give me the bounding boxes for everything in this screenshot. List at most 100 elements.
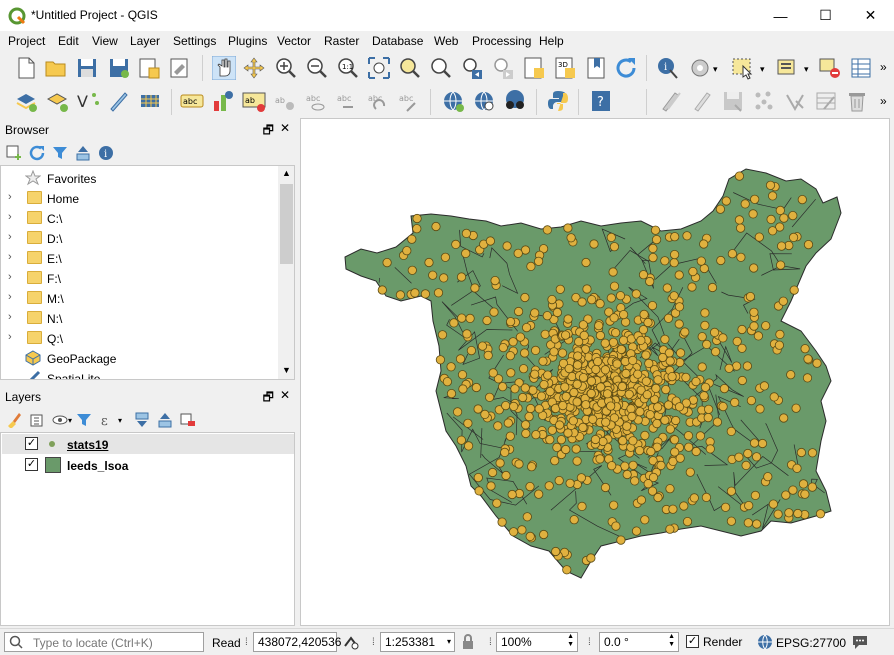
locator-search-field[interactable]: Type to locate (Ctrl+K) — [4, 632, 204, 652]
scrollbar-thumb[interactable] — [280, 184, 293, 264]
browser-item-spatialite[interactable]: SpatiaLite — [1, 368, 279, 379]
render-checkbox[interactable]: ✓ — [686, 635, 699, 648]
refresh-icon[interactable] — [614, 56, 638, 80]
save-project-icon[interactable] — [75, 56, 99, 80]
layer-row-leeds-lsoa[interactable]: ✓ leeds_lsoa — [2, 455, 294, 475]
expand-arrow-icon[interactable]: › — [8, 211, 12, 223]
filter-expression-icon[interactable]: ε — [99, 412, 115, 428]
close-panel-icon[interactable]: ✕ — [280, 121, 290, 142]
browser-item-f-drive[interactable]: › F:\ — [1, 268, 279, 288]
expand-arrow-icon[interactable]: › — [8, 231, 12, 243]
layer-row-stats19[interactable]: ✓ stats19 — [2, 434, 294, 454]
pan-to-selection-icon[interactable] — [242, 56, 266, 80]
select-features-icon[interactable] — [731, 56, 755, 80]
zoom-native-icon[interactable]: 1:1 — [336, 56, 360, 80]
new-project-icon[interactable] — [14, 56, 38, 80]
open-project-icon[interactable] — [44, 56, 68, 80]
dropdown-arrow-icon[interactable]: ▾ — [447, 637, 451, 646]
rotate-label-icon[interactable]: abc — [366, 89, 390, 113]
browser-item-e-drive[interactable]: › E:\ — [1, 248, 279, 268]
lock-scale-icon[interactable] — [460, 634, 476, 650]
scroll-up-icon[interactable]: ▲ — [282, 168, 291, 178]
dropdown-arrow-icon[interactable]: ▾ — [118, 416, 122, 425]
toggle-extents-icon[interactable] — [343, 634, 359, 650]
expand-arrow-icon[interactable]: › — [8, 311, 12, 323]
globe-icon[interactable] — [757, 634, 773, 650]
delete-selected-icon[interactable] — [845, 89, 869, 113]
label-tool-icon[interactable]: abc — [180, 89, 204, 113]
browser-item-q-drive[interactable]: › Q:\ — [1, 328, 279, 348]
crs-label[interactable]: EPSG:27700 — [776, 636, 846, 650]
add-raster-layer-icon[interactable] — [138, 89, 162, 113]
show-hide-labels-icon[interactable]: abc — [304, 89, 328, 113]
menu-layer[interactable]: Layer — [130, 34, 160, 48]
menu-view[interactable]: View — [92, 34, 118, 48]
expand-arrow-icon[interactable]: › — [8, 251, 12, 263]
menu-settings[interactable]: Settings — [173, 34, 216, 48]
zoom-to-layer-icon[interactable] — [429, 56, 453, 80]
filter-legend-icon[interactable] — [76, 412, 92, 428]
minimize-button[interactable]: — — [758, 0, 803, 31]
dropdown-arrow-icon[interactable]: ▾ — [713, 64, 718, 75]
maximize-button[interactable]: ☐ — [803, 0, 848, 31]
expand-arrow-icon[interactable]: › — [8, 191, 12, 203]
zoom-last-icon[interactable] — [460, 56, 484, 80]
close-panel-icon[interactable]: ✕ — [280, 388, 290, 409]
close-button[interactable]: ✕ — [848, 0, 893, 31]
new-3d-map-icon[interactable]: 3D — [553, 56, 577, 80]
browser-item-geopackage[interactable]: GeoPackage — [1, 348, 279, 368]
scale-field[interactable]: 1:253381 ▾ — [380, 632, 455, 652]
expand-arrow-icon[interactable]: › — [8, 291, 12, 303]
menu-database[interactable]: Database — [372, 34, 423, 48]
diagram-tool-icon[interactable] — [211, 89, 235, 113]
add-feature-icon[interactable] — [752, 89, 776, 113]
digitize-icon[interactable] — [107, 89, 131, 113]
browser-item-favorites[interactable]: Favorites — [1, 168, 279, 188]
current-edits-icon[interactable] — [659, 89, 683, 113]
menu-vector[interactable]: Vector — [277, 34, 311, 48]
remove-layer-icon[interactable] — [180, 412, 196, 428]
magnifier-field[interactable]: 100% ▲ ▼ — [496, 632, 578, 652]
collapse-all-icon[interactable] — [75, 145, 91, 161]
run-feature-action-icon[interactable] — [688, 56, 712, 80]
browser-item-home[interactable]: › Home — [1, 188, 279, 208]
zoom-out-icon[interactable] — [305, 56, 329, 80]
menu-processing[interactable]: Processing — [472, 34, 531, 48]
layer-visibility-checkbox[interactable]: ✓ — [25, 437, 38, 450]
menu-edit[interactable]: Edit — [58, 34, 79, 48]
dropdown-arrow-icon[interactable]: ▾ — [804, 64, 809, 75]
collapse-all-icon[interactable] — [157, 412, 173, 428]
toggle-editing-icon[interactable] — [690, 89, 714, 113]
vertex-tool-icon[interactable] — [783, 89, 807, 113]
filter-icon[interactable] — [52, 145, 68, 161]
deselect-all-icon[interactable] — [818, 56, 842, 80]
menu-project[interactable]: Project — [8, 34, 45, 48]
browser-scrollbar[interactable]: ▲ ▼ — [278, 166, 294, 379]
menu-help[interactable]: Help — [539, 34, 564, 48]
zoom-full-icon[interactable] — [367, 56, 391, 80]
select-by-value-icon[interactable] — [776, 56, 800, 80]
expand-arrow-icon[interactable]: › — [8, 331, 12, 343]
add-group-icon[interactable] — [29, 412, 45, 428]
data-source-manager-icon[interactable] — [14, 89, 38, 113]
help-contents-icon[interactable]: ? — [589, 89, 613, 113]
float-panel-icon[interactable]: 🗗 — [263, 388, 274, 409]
style-manager-icon[interactable] — [6, 412, 22, 428]
zoom-next-icon[interactable] — [491, 56, 515, 80]
float-panel-icon[interactable]: 🗗 — [263, 121, 274, 142]
new-layer-icon[interactable] — [45, 89, 69, 113]
dropdown-arrow-icon[interactable]: ▾ — [68, 416, 72, 425]
toolbar-overflow-icon[interactable]: » — [880, 60, 887, 74]
move-label-icon[interactable]: abc — [335, 89, 359, 113]
modify-attributes-icon[interactable] — [814, 89, 838, 113]
scroll-down-icon[interactable]: ▼ — [282, 365, 291, 375]
menu-raster[interactable]: Raster — [324, 34, 359, 48]
browser-item-m-drive[interactable]: › M:\ — [1, 288, 279, 308]
menu-web[interactable]: Web — [434, 34, 458, 48]
dropdown-arrow-icon[interactable]: ▾ — [760, 64, 765, 75]
spinner-arrows-icon[interactable]: ▲ ▼ — [567, 633, 574, 649]
refresh-icon[interactable] — [29, 145, 45, 161]
expand-arrow-icon[interactable]: › — [8, 271, 12, 283]
spinner-arrows-icon[interactable]: ▲ ▼ — [668, 633, 675, 649]
layer-visibility-checkbox[interactable]: ✓ — [25, 458, 38, 471]
